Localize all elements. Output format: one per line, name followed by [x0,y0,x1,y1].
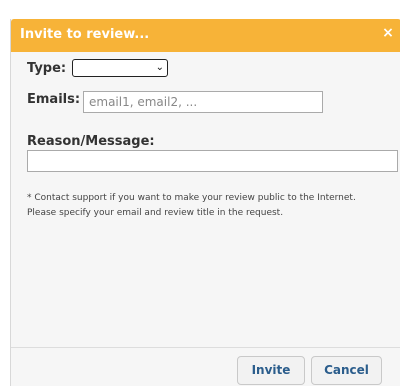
reason-message-input[interactable] [27,150,398,172]
type-select[interactable]: ⌄ [72,59,168,77]
chevron-down-icon: ⌄ [155,62,164,73]
dialog-titlebar[interactable]: Invite to review... × [11,19,400,52]
invite-dialog: Invite to review... × Type: ⌄ Emails: Re… [10,19,400,386]
cancel-button[interactable]: Cancel [311,356,382,385]
support-note: * Contact support if you want to make yo… [27,191,399,221]
emails-input[interactable] [83,91,323,113]
footer-divider [11,347,400,348]
support-note-line-2: Please specify your email and review tit… [27,208,284,218]
type-label: Type: [27,61,67,76]
invite-button[interactable]: Invite [237,356,305,385]
close-icon[interactable]: × [380,25,396,41]
dialog-title: Invite to review... [20,27,150,42]
support-note-line-1: * Contact support if you want to make yo… [27,193,356,203]
emails-label: Emails: [27,92,81,107]
reason-label: Reason/Message: [27,134,155,149]
